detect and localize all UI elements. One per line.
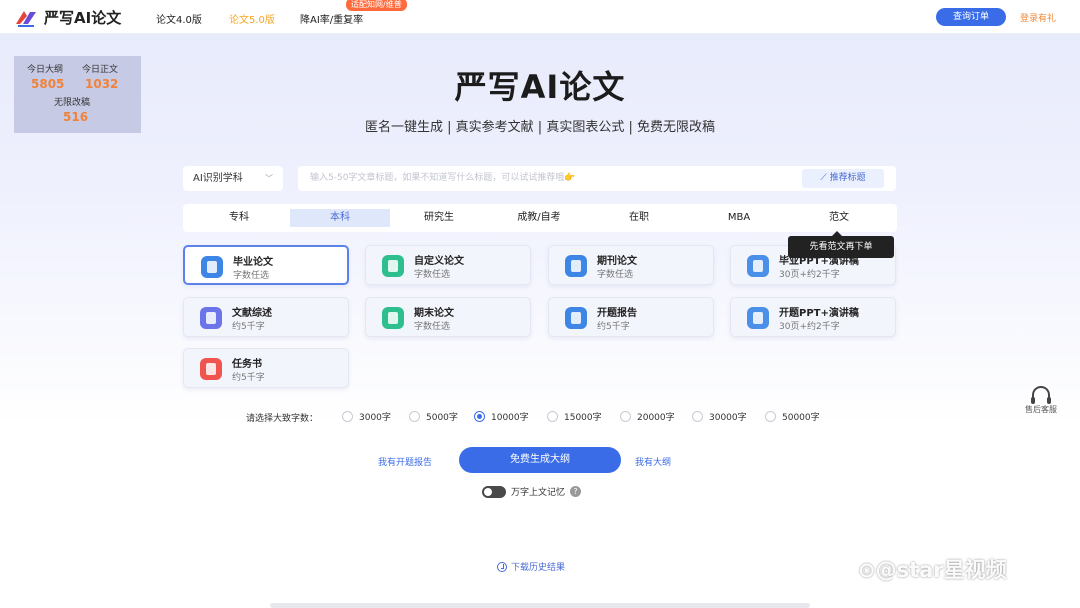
card-custom-thesis[interactable]: 自定义论文 字数任选 bbox=[365, 245, 531, 285]
card-assignment-book[interactable]: 任务书 约5千字 bbox=[183, 348, 349, 388]
word-count-option-label: 15000字 bbox=[564, 413, 602, 423]
tab-undergraduate[interactable]: 本科 bbox=[290, 209, 390, 227]
radio-icon bbox=[620, 411, 631, 422]
word-count-option-15000[interactable]: 15000字 bbox=[547, 410, 602, 423]
radio-icon bbox=[342, 411, 353, 422]
word-count-option-label: 50000字 bbox=[782, 413, 820, 423]
card-desc: 字数任选 bbox=[597, 270, 634, 280]
memory-toggle-row: 万字上文记忆 ? bbox=[482, 485, 582, 498]
login-link[interactable]: 登录有礼 bbox=[1020, 11, 1056, 24]
card-title: 开题报告 bbox=[597, 308, 637, 319]
card-desc: 字数任选 bbox=[414, 270, 451, 280]
tab-graduate[interactable]: 研究生 bbox=[389, 209, 489, 227]
card-desc: 30页+约2千字 bbox=[779, 270, 840, 280]
radio-icon bbox=[409, 411, 420, 422]
page-subtitle: 匿名一键生成 | 真实参考文献 | 真实图表公式 | 免费无限改稿 bbox=[365, 120, 715, 135]
card-title: 毕业论文 bbox=[233, 257, 273, 268]
recommend-title-button[interactable]: ⟋ 推荐标题 bbox=[802, 169, 884, 188]
word-count-option-label: 3000字 bbox=[359, 413, 391, 423]
history-icon bbox=[497, 561, 507, 572]
card-title: 文献综述 bbox=[232, 308, 272, 319]
document-icon bbox=[201, 256, 223, 278]
card-proposal-ppt[interactable]: 开题PPT+演讲稿 30页+约2千字 bbox=[730, 297, 896, 337]
card-desc: 30页+约2千字 bbox=[779, 322, 840, 332]
report-icon bbox=[565, 307, 587, 329]
card-literature-review[interactable]: 文献综述 约5千字 bbox=[183, 297, 349, 337]
watermark: ⊙@star星视频 bbox=[858, 558, 1007, 582]
card-desc: 约5千字 bbox=[232, 322, 265, 332]
chevron-down-icon: ﹀ bbox=[265, 174, 273, 183]
word-count-option-3000[interactable]: 3000字 bbox=[342, 410, 391, 423]
radio-icon bbox=[692, 411, 703, 422]
word-count-option-50000[interactable]: 50000字 bbox=[765, 410, 820, 423]
topic-input-placeholder: 输入5-50字文章标题，如果不知道写什么标题，可以试试推荐哦👉 bbox=[310, 173, 576, 183]
headset-icon bbox=[1031, 386, 1051, 404]
sample-essay-tooltip: 先看范文再下单 bbox=[788, 231, 894, 258]
document-icon bbox=[382, 307, 404, 329]
nav-badge: 适配知网/维普 bbox=[346, 0, 407, 11]
card-final-paper[interactable]: 期末论文 字数任选 bbox=[365, 297, 531, 337]
word-count-label: 请选择大致字数： bbox=[246, 414, 319, 424]
card-proposal-report[interactable]: 开题报告 约5千字 bbox=[548, 297, 714, 337]
word-count-option-5000[interactable]: 5000字 bbox=[409, 410, 458, 423]
query-order-button[interactable]: 查询订单 bbox=[936, 8, 1006, 26]
download-history-label: 下载历史结果 bbox=[511, 563, 566, 573]
tab-adult-education[interactable]: 成教/自考 bbox=[489, 209, 589, 227]
subject-select[interactable]: AI识别学科 ﹀ bbox=[183, 166, 283, 191]
top-navigation-bar: 严写AI论文 论文4.0版 论文5.0版 降AI率/重复率 适配知网/维普 查询… bbox=[0, 0, 1080, 34]
radio-checked-icon bbox=[474, 411, 485, 422]
card-title: 自定义论文 bbox=[414, 256, 464, 267]
memory-toggle-label: 万字上文记忆 bbox=[511, 488, 566, 498]
word-count-option-20000[interactable]: 20000字 bbox=[620, 410, 675, 423]
radio-icon bbox=[547, 411, 558, 422]
card-journal-paper[interactable]: 期刊论文 字数任选 bbox=[548, 245, 714, 285]
nav-reduce-ai-rate[interactable]: 降AI率/重复率 bbox=[300, 11, 363, 26]
subject-select-value: AI识别学科 bbox=[193, 173, 243, 184]
card-desc: 约5千字 bbox=[232, 373, 265, 383]
card-desc: 约5千字 bbox=[597, 322, 630, 332]
card-title: 任务书 bbox=[232, 359, 262, 370]
tab-mba[interactable]: MBA bbox=[689, 209, 789, 227]
nav-thesis-5[interactable]: 论文5.0版 bbox=[229, 11, 275, 26]
generate-outline-button[interactable]: 免费生成大纲 bbox=[459, 447, 621, 473]
word-count-option-label: 5000字 bbox=[426, 413, 458, 423]
word-count-option-label: 30000字 bbox=[709, 413, 747, 423]
logo-icon bbox=[16, 10, 36, 27]
presentation-icon bbox=[747, 255, 769, 277]
logo[interactable]: 严写AI论文 bbox=[14, 7, 121, 28]
help-icon[interactable]: ? bbox=[570, 486, 582, 497]
card-title: 开题PPT+演讲稿 bbox=[779, 308, 859, 319]
page-title: 严写AI论文 bbox=[454, 68, 626, 106]
nav-thesis-4[interactable]: 论文4.0版 bbox=[156, 11, 202, 26]
memory-toggle[interactable] bbox=[482, 485, 506, 498]
word-count-option-10000[interactable]: 10000字 bbox=[474, 410, 529, 423]
word-count-option-label: 20000字 bbox=[637, 413, 675, 423]
tab-junior-college[interactable]: 专科 bbox=[189, 209, 289, 227]
radio-icon bbox=[765, 411, 776, 422]
education-level-tabs: 专科 本科 研究生 成教/自考 在职 MBA 范文 bbox=[183, 204, 897, 232]
recommend-title-label: 推荐标题 bbox=[829, 173, 866, 183]
card-desc: 字数任选 bbox=[414, 322, 451, 332]
task-icon bbox=[200, 358, 222, 380]
customer-support[interactable]: 售后客服 bbox=[1018, 386, 1064, 415]
download-history-link[interactable]: 下载历史结果 bbox=[497, 560, 565, 573]
word-count-option-30000[interactable]: 30000字 bbox=[692, 410, 747, 423]
tab-in-service[interactable]: 在职 bbox=[589, 209, 689, 227]
word-count-option-label: 10000字 bbox=[491, 413, 529, 423]
card-title: 期末论文 bbox=[414, 308, 454, 319]
journal-icon bbox=[565, 255, 587, 277]
card-desc: 字数任选 bbox=[233, 271, 270, 281]
card-graduation-thesis[interactable]: 毕业论文 字数任选 bbox=[183, 245, 349, 285]
pen-icon bbox=[382, 255, 404, 277]
books-icon bbox=[200, 307, 222, 329]
have-proposal-link[interactable]: 我有开题报告 bbox=[378, 455, 432, 468]
tab-sample-essays[interactable]: 范文 bbox=[789, 209, 889, 227]
have-outline-link[interactable]: 我有大纲 bbox=[635, 455, 671, 468]
bottom-scroll-bar bbox=[270, 603, 810, 608]
card-title: 期刊论文 bbox=[597, 256, 637, 267]
customer-support-label: 售后客服 bbox=[1025, 405, 1057, 414]
logo-text: 严写AI论文 bbox=[44, 9, 122, 27]
magic-wand-icon: ⟋ bbox=[820, 173, 830, 183]
presentation-icon bbox=[747, 307, 769, 329]
